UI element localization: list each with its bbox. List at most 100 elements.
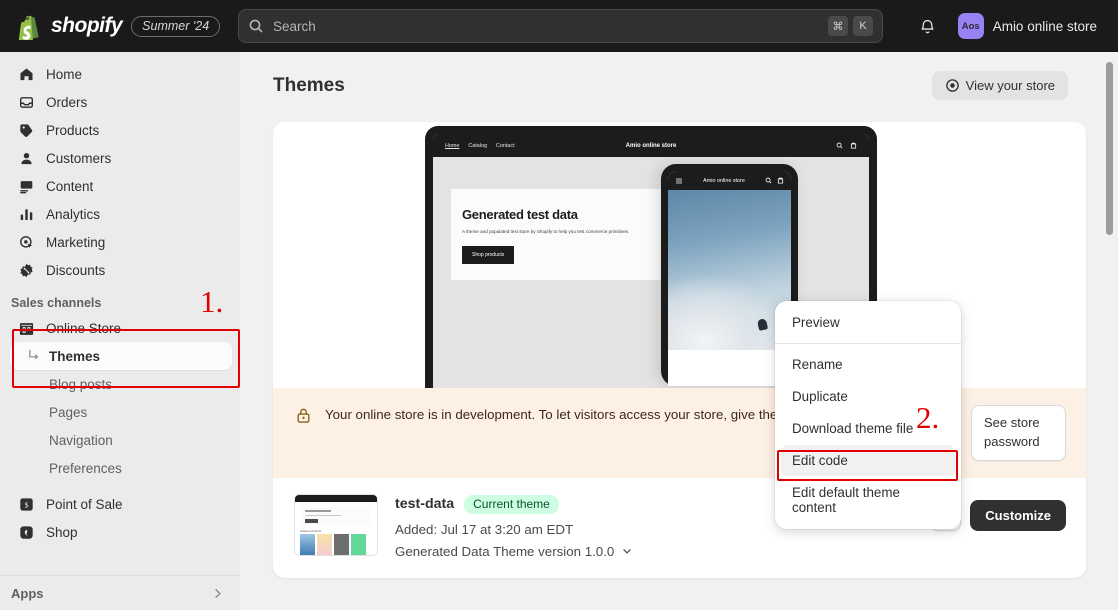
annotation-number-2: 2. [916,400,940,435]
snowboarder-figure [756,318,769,331]
sidebar-item-label: Products [46,122,100,138]
thumb-product [300,533,315,555]
menu-divider [775,343,961,344]
see-store-password-button[interactable]: See store password [971,405,1066,461]
top-bar-right: Aos Amio online store [912,0,1105,52]
view-your-store-label: View your store [965,78,1055,93]
season-badge: Summer '24 [131,15,221,37]
kbd-cmd: ⌘ [828,16,848,36]
top-bar: shopify Summer '24 Search ⌘ K Aos Amio o… [0,0,1118,52]
shopify-wordmark: shopify [51,14,123,37]
preview-mobile-brand: Amio online store [703,177,745,184]
status-badge: Current theme [464,494,559,514]
sidebar-item-orders[interactable]: Orders [10,88,232,116]
lock-icon [295,407,312,424]
sidebar-item-online-store[interactable]: Online Store [10,314,232,342]
theme-row: Featured products test-data Current them… [273,478,1086,578]
sidebar-item-label: Analytics [46,206,101,222]
sidebar-item-products[interactable]: Products [10,116,232,144]
thumb-product [351,533,366,555]
annotation-number-1: 1. [200,284,224,319]
sidebar-item-apps[interactable]: Apps [0,575,240,610]
apps-label: Apps [11,585,44,601]
cart-icon [850,142,857,149]
view-your-store-button[interactable]: View your store [931,71,1068,100]
customize-button[interactable]: Customize [970,499,1066,531]
sidebar-item-customers[interactable]: Customers [10,144,232,172]
search-input[interactable]: Search ⌘ K [238,9,883,43]
sidebar-item-label: Discounts [46,262,106,278]
store-switcher[interactable]: Aos Amio online store [954,9,1105,43]
sidebar-item-marketing[interactable]: Marketing [10,228,232,256]
theme-version-row[interactable]: Generated Data Theme version 1.0.0 [395,544,913,559]
subnav-arrow-icon [28,349,41,362]
sidebar-item-content[interactable]: Content [10,172,232,200]
cart-icon [777,177,784,184]
main-content: Themes View your store Home Catalog Cont [240,52,1118,610]
sidebar-item-analytics[interactable]: Analytics [10,200,232,228]
sidebar-item-label: Point of Sale [46,496,123,512]
sidebar-item-discounts[interactable]: Discounts [10,256,232,284]
sidebar-item-label: Content [46,178,94,194]
storefront-icon [18,320,35,337]
home-icon [18,66,35,83]
sidebar-subitem-label: Navigation [49,432,113,448]
sidebar-subitem-label: Blog posts [49,376,113,392]
menu-item-edit-default-theme-content[interactable]: Edit default theme content [781,477,955,523]
menu-item-rename[interactable]: Rename [781,349,955,380]
sidebar-item-themes[interactable]: Themes [10,342,232,370]
preview-nav-catalog: Catalog [468,142,487,149]
sidebar-subitem-label: Pages [49,404,88,420]
theme-preview-area: Home Catalog Contact Amio online store G… [273,122,1086,388]
sidebar-item-label: Online Store [46,320,122,336]
sidebar-subitem-label: Preferences [49,460,122,476]
sidebar-item-label: Shop [46,524,78,540]
hamburger-icon [675,177,683,185]
page-header: Themes View your store [240,52,1118,100]
orders-inbox-icon [18,94,35,111]
development-store-banner: Your online store is in development. To … [273,388,1086,478]
sidebar: Home Orders Products Customers Content A… [0,52,240,610]
sidebar-item-preferences[interactable]: Preferences [10,454,232,482]
sidebar-item-home[interactable]: Home [10,60,232,88]
page-title: Themes [273,74,345,96]
sidebar-item-point-of-sale[interactable]: $ Point of Sale [10,490,232,518]
sidebar-item-label: Marketing [46,234,106,250]
shopify-logo-icon [17,13,42,40]
bell-icon [919,18,936,35]
store-name: Amio online store [992,18,1097,34]
sidebar-item-shop[interactable]: Shop [10,518,232,546]
preview-nav-contact: Contact [495,142,515,149]
preview-hero: Generated test data A theme and populate… [451,189,661,280]
menu-item-edit-code[interactable]: Edit code [781,445,955,476]
theme-version-label: Generated Data Theme version 1.0.0 [395,543,615,559]
tag-icon [18,122,35,139]
preview-shop-products-button: Shop products [462,245,515,264]
preview-hero-title: Generated test data [462,207,578,222]
sidebar-item-blog-posts[interactable]: Blog posts [10,370,232,398]
preview-desktop-nav: Home Catalog Contact Amio online store [433,134,869,157]
theme-thumbnail[interactable]: Featured products [294,493,378,556]
thumbnail-section-label: Featured products [300,529,322,533]
sidebar-item-label: Home [46,66,83,82]
chevron-right-icon [211,587,224,600]
menu-item-preview[interactable]: Preview [781,307,955,338]
search-icon [836,142,843,149]
vertical-scrollbar[interactable] [1106,62,1113,235]
thumb-product [317,533,332,555]
bar-chart-icon [18,206,35,223]
notifications-button[interactable] [912,10,944,42]
preview-mobile-hero-image [668,190,791,350]
preview-hero-subtitle: A theme and populated test store by Shop… [462,229,630,234]
search-icon [248,18,264,34]
sidebar-item-label: Customers [46,150,112,166]
sidebar-item-navigation[interactable]: Navigation [10,426,232,454]
discount-starburst-icon [18,262,35,279]
avatar: Aos [957,13,984,39]
pos-icon: $ [18,496,35,513]
chevron-down-icon [621,545,633,557]
sidebar-item-pages[interactable]: Pages [10,398,232,426]
search-placeholder: Search [273,18,316,34]
eye-view-icon [945,78,960,93]
shopify-brand[interactable]: shopify [17,13,123,40]
